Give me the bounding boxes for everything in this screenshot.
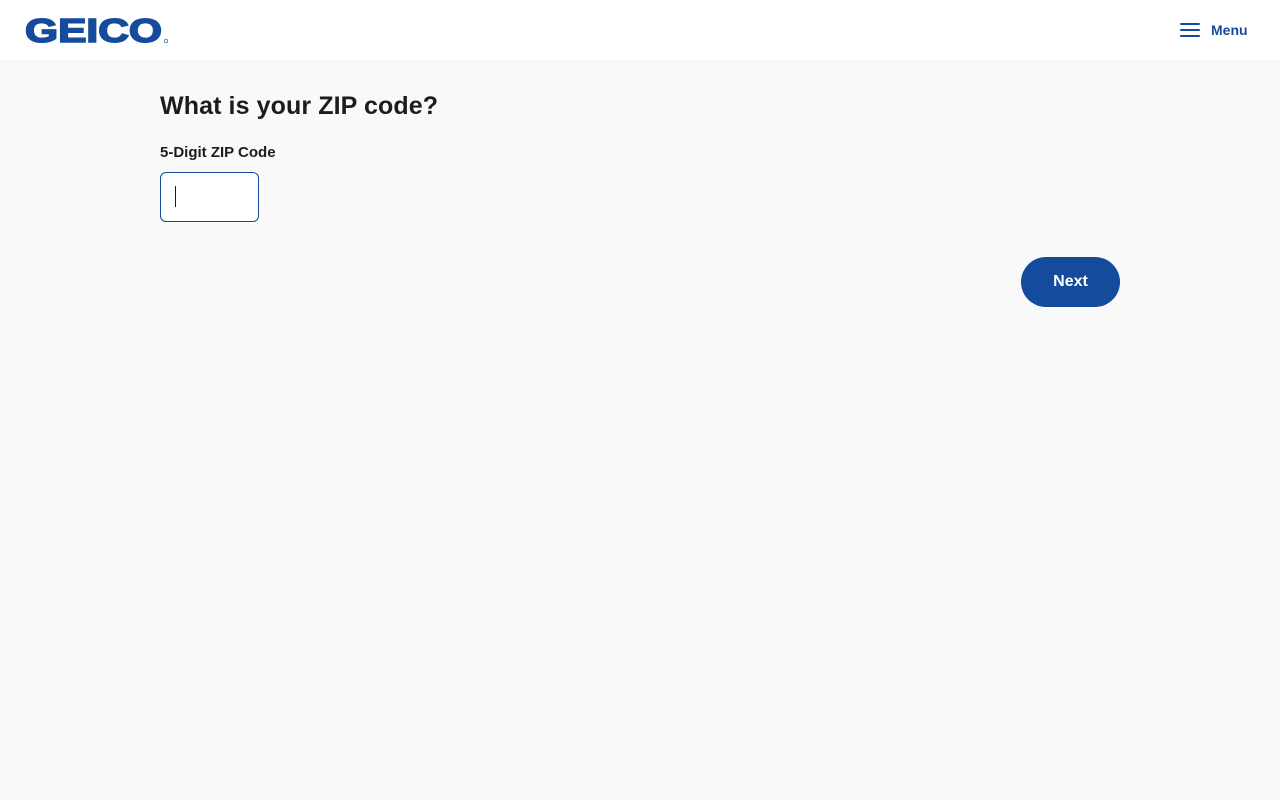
- page-title: What is your ZIP code?: [160, 92, 439, 120]
- menu-label: Menu: [1211, 22, 1248, 38]
- next-button[interactable]: Next: [1021, 257, 1120, 307]
- zip-field-label: 5-Digit ZIP Code: [160, 144, 276, 161]
- logo-text: GEICO: [25, 14, 162, 46]
- geico-logo[interactable]: GEICO: [25, 14, 170, 46]
- text-caret: [175, 186, 176, 207]
- hamburger-icon: [1180, 23, 1202, 37]
- zip-form: What is your ZIP code? 5-Digit ZIP Code …: [160, 90, 1120, 307]
- menu-button[interactable]: Menu: [1176, 16, 1256, 44]
- site-header: GEICO Menu: [0, 0, 1280, 60]
